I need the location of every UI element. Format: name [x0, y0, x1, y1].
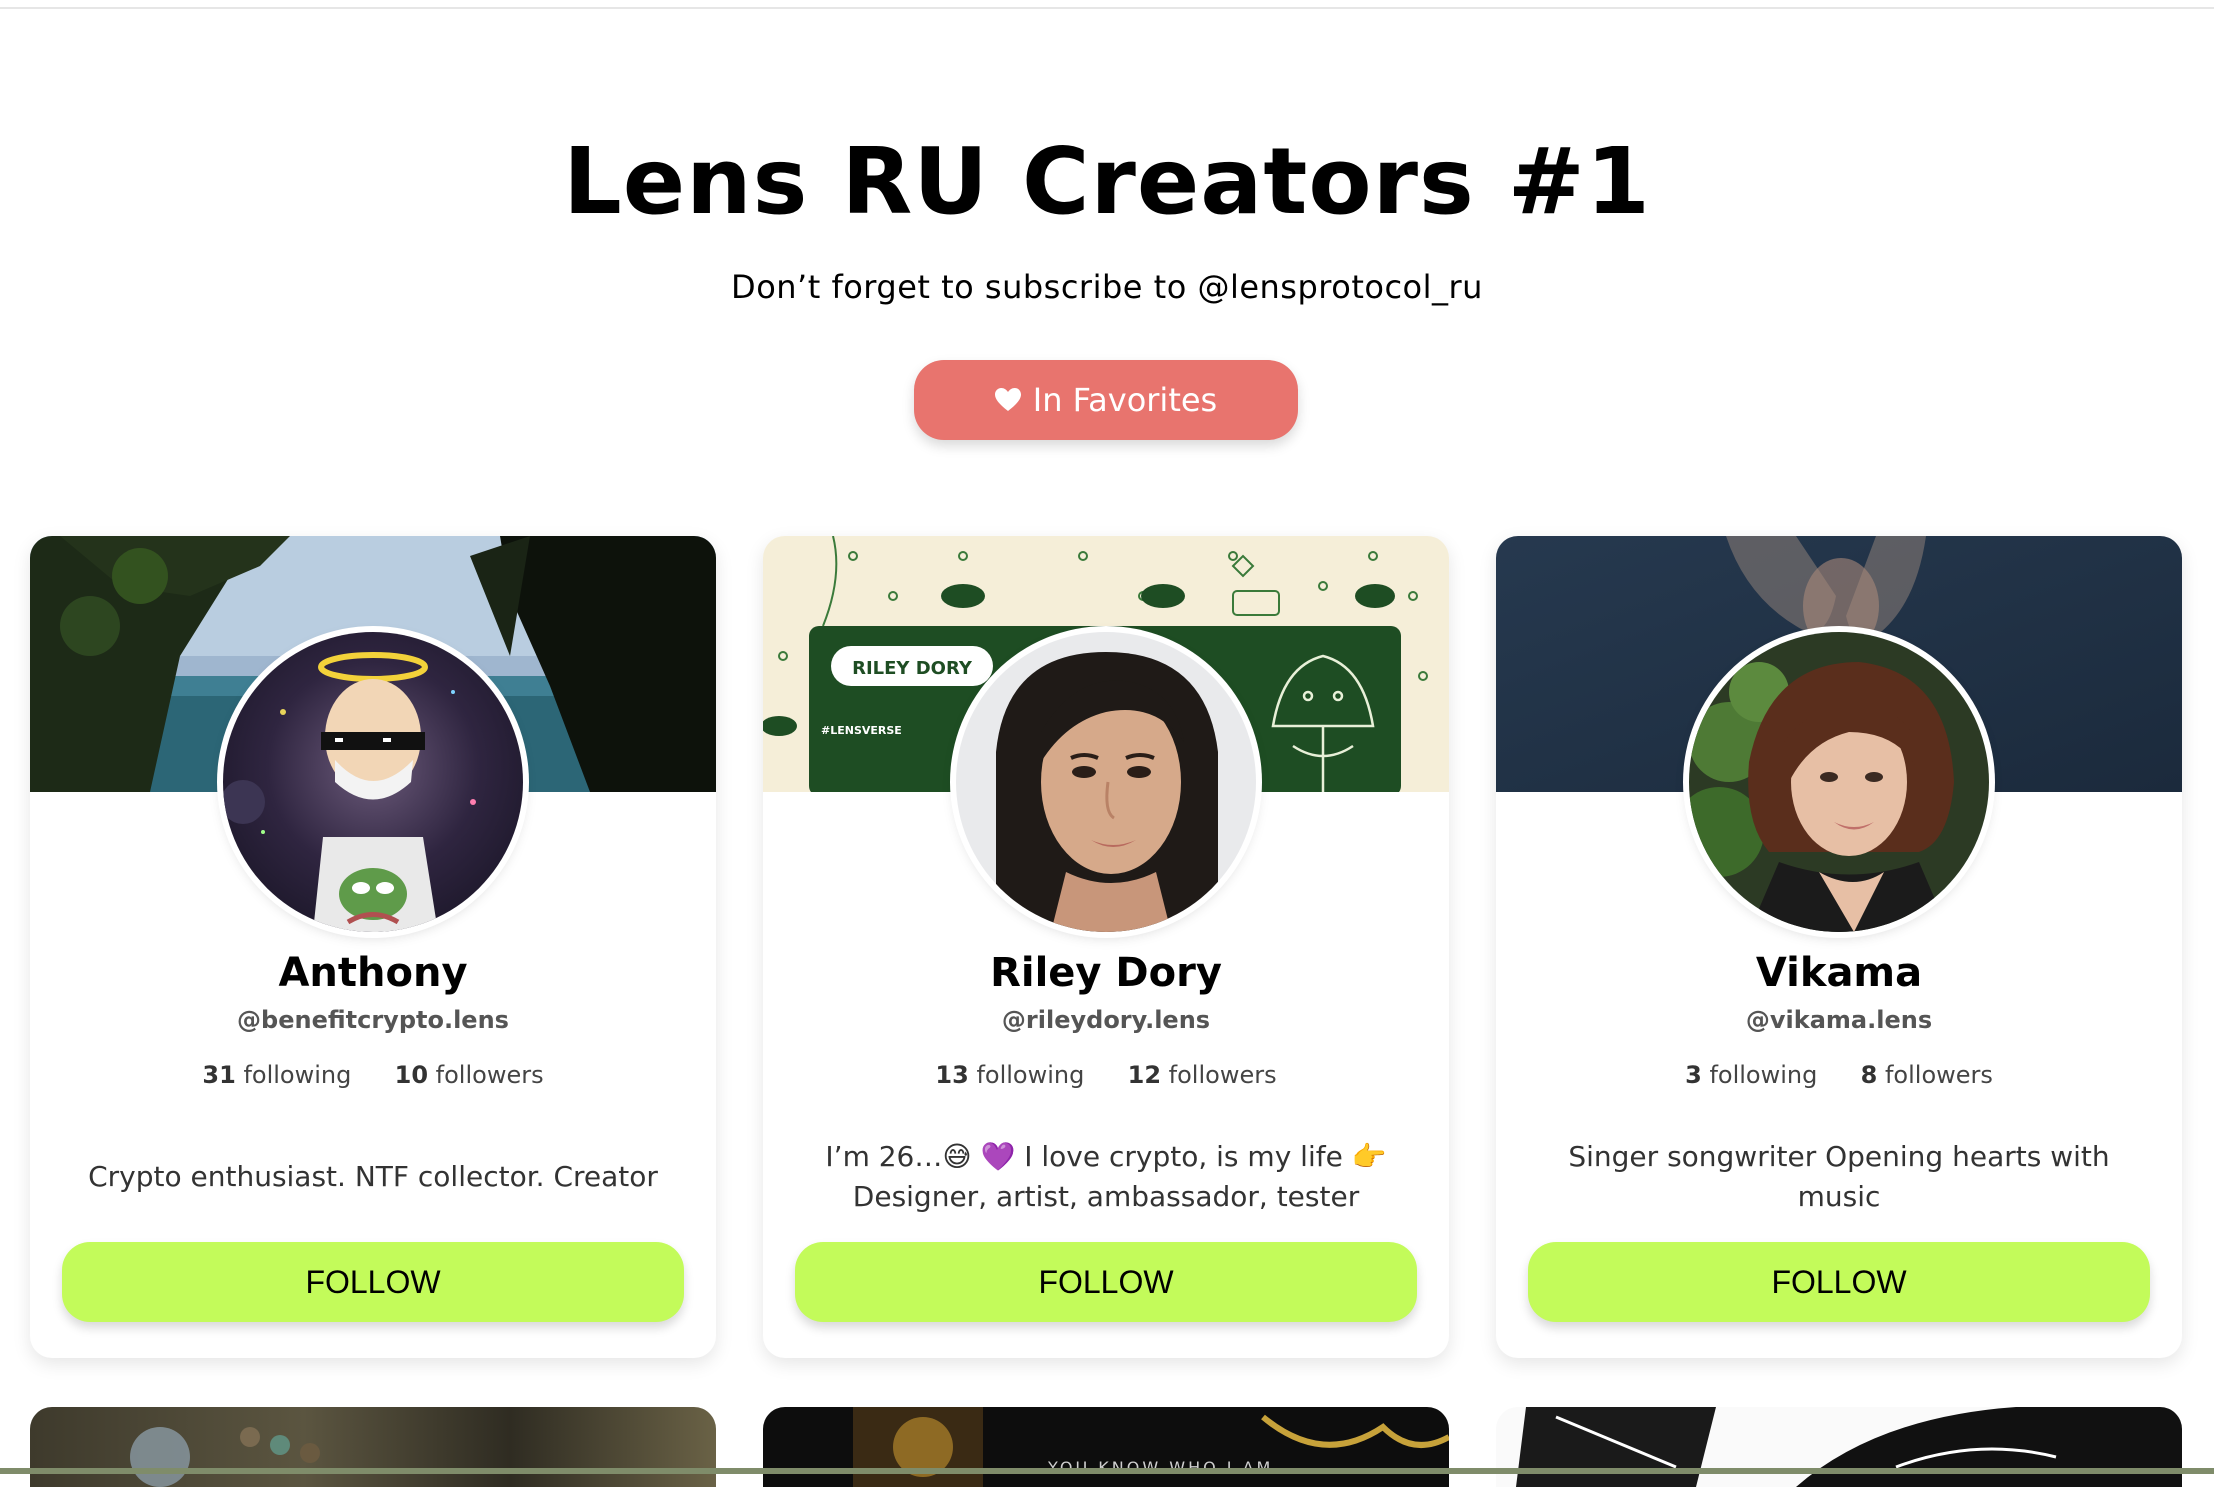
cover-tag-text: #LENSVERSE [821, 724, 902, 737]
follow-button[interactable]: FOLLOW [62, 1242, 684, 1322]
creator-handle: @rileydory.lens [1001, 1006, 1211, 1034]
following-label: following [243, 1061, 352, 1089]
creator-stats: 31 following 10 followers [30, 1061, 716, 1089]
creator-name: Riley Dory [990, 950, 1222, 996]
avatar [223, 632, 523, 932]
top-divider [0, 0, 2214, 9]
followers-count: 10 [394, 1061, 429, 1089]
creator-bio: Crypto enthusiast. NTF collector. Creato… [88, 1160, 658, 1193]
heart-icon [994, 388, 1021, 411]
creator-bio: I’m 26…😅 💜 I love crypto, is my life 👉 D… [825, 1140, 1387, 1213]
creator-name: Vikama [1755, 950, 1923, 996]
creator-name: Anthony [278, 950, 468, 996]
page-subtitle: Don’t forget to subscribe to @lensprotoc… [731, 268, 1483, 306]
creator-card: Anthony @benefitcrypto.lens 31 following… [30, 536, 716, 1358]
following-count: 3 [1685, 1061, 1702, 1089]
bottom-edge [0, 1468, 2214, 1474]
page-title: Lens RU Creators #1 [563, 128, 1651, 235]
creator-card: Vikama @vikama.lens 3 following 8 follow… [1496, 536, 2182, 1358]
creator-bio: Singer songwriter Opening hearts with mu… [1568, 1140, 2110, 1213]
follow-button[interactable]: FOLLOW [795, 1242, 1417, 1322]
followers-count: 12 [1127, 1061, 1162, 1089]
avatar [1689, 632, 1989, 932]
creator-stats: 13 following 12 followers [763, 1061, 1449, 1089]
follow-button[interactable]: FOLLOW [1528, 1242, 2150, 1322]
followers-count: 8 [1860, 1061, 1878, 1089]
following-label: following [976, 1061, 1085, 1089]
in-favorites-button[interactable]: In Favorites [914, 360, 1298, 440]
following-label: following [1709, 1061, 1818, 1089]
followers-label: followers [1884, 1061, 1993, 1089]
creator-stats: 3 following 8 followers [1496, 1061, 2182, 1089]
creator-handle: @benefitcrypto.lens [237, 1006, 509, 1034]
following-count: 13 [935, 1061, 969, 1089]
in-favorites-label: In Favorites [1032, 381, 1218, 419]
creator-card: RILEY DORY #LENSVERSE Riley Dory @rileyd… [763, 536, 1449, 1358]
followers-label: followers [1168, 1061, 1277, 1089]
followers-label: followers [435, 1061, 544, 1089]
following-count: 31 [202, 1061, 236, 1089]
creator-card-next: YOU KNOW WHO I AM. [763, 1407, 1449, 1487]
creator-card-next [1496, 1407, 2182, 1487]
creator-handle: @vikama.lens [1745, 1006, 1933, 1034]
cover-badge-text: RILEY DORY [852, 658, 973, 679]
avatar [956, 632, 1256, 932]
creator-card-next [30, 1407, 716, 1487]
